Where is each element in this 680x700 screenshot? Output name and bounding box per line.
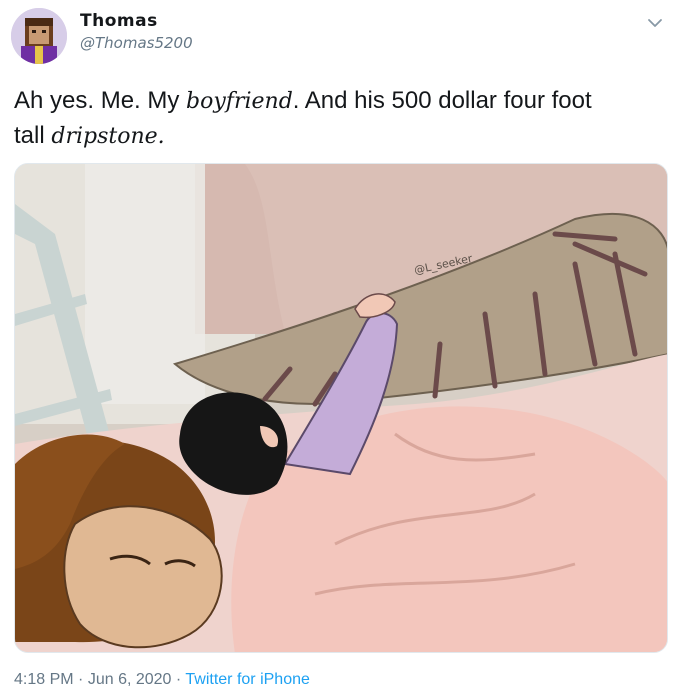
tweet-text-part: Ah yes. Me. My <box>14 87 187 114</box>
tweet-text-part: tall <box>14 122 52 149</box>
tweet-meta: 4:18 PM · Jun 6, 2020 · Twitter for iPho… <box>14 669 310 691</box>
chevron-down-icon[interactable] <box>644 12 666 34</box>
tweet-date[interactable]: Jun 6, 2020 <box>88 671 172 688</box>
tweet-text-handwritten: dripstone. <box>51 124 165 149</box>
tweet-text-handwritten: boyfriend <box>186 89 293 114</box>
tweet-text-part: . And his 500 dollar four foot <box>292 87 592 114</box>
tweet-text: Ah yes. Me. My boyfriend. And his 500 do… <box>14 84 664 154</box>
avatar-image <box>11 8 67 64</box>
tweet-media-image[interactable]: @L_seeker <box>14 163 668 653</box>
display-name[interactable]: Thomas <box>80 10 193 32</box>
username[interactable]: @Thomas5200 <box>80 32 193 54</box>
tweet-card: Thomas @Thomas5200 Ah yes. Me. My boyfri… <box>0 0 680 700</box>
meta-separator: · <box>175 671 182 688</box>
meta-separator: · <box>78 671 84 688</box>
tweet-time[interactable]: 4:18 PM <box>14 671 74 688</box>
avatar[interactable] <box>11 8 67 64</box>
author-block: Thomas @Thomas5200 <box>80 10 193 54</box>
tweet-source-link[interactable]: Twitter for iPhone <box>185 671 310 688</box>
media-illustration: @L_seeker <box>15 164 667 652</box>
